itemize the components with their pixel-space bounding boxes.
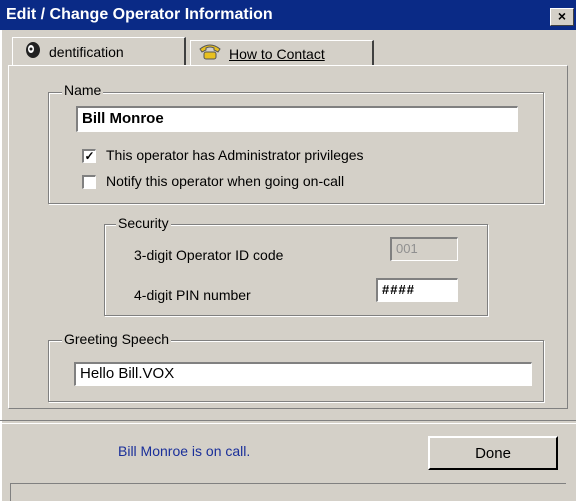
- operator-id-field: 001: [390, 237, 458, 261]
- footer-divider: [0, 420, 576, 424]
- tab-how-to-contact[interactable]: How to Contact: [190, 40, 374, 66]
- pin-field[interactable]: ####: [376, 278, 458, 302]
- tab-identification[interactable]: dentification: [12, 37, 186, 65]
- security-group-legend: Security: [116, 215, 171, 231]
- greeting-speech-legend: Greeting Speech: [62, 331, 172, 347]
- pin-number-label: 4-digit PIN number: [134, 287, 251, 303]
- operator-head-icon: [23, 41, 43, 62]
- admin-privileges-checkbox[interactable]: ✓: [82, 149, 96, 163]
- on-call-status: Bill Monroe is on call.: [118, 443, 251, 459]
- admin-privileges-label: This operator has Administrator privileg…: [106, 147, 364, 163]
- name-group-legend: Name: [62, 82, 104, 98]
- done-button[interactable]: Done: [428, 436, 558, 470]
- tab-identification-label: dentification: [49, 43, 124, 60]
- notify-on-call-label: Notify this operator when going on-call: [106, 173, 345, 189]
- operator-id-label: 3-digit Operator ID code: [134, 247, 284, 263]
- window-title-bar[interactable]: Edit / Change Operator Information: [0, 0, 576, 30]
- close-button[interactable]: ×: [550, 8, 574, 26]
- name-field[interactable]: Bill Monroe: [76, 106, 518, 132]
- window-border: [0, 30, 2, 501]
- window-title: Edit / Change Operator Information: [6, 6, 273, 23]
- phone-icon: [197, 43, 223, 64]
- status-bar: [10, 483, 566, 501]
- tab-how-to-contact-label: How to Contact: [229, 45, 325, 62]
- greeting-speech-field[interactable]: Hello Bill.VOX: [74, 362, 532, 386]
- notify-on-call-checkbox[interactable]: [82, 175, 96, 189]
